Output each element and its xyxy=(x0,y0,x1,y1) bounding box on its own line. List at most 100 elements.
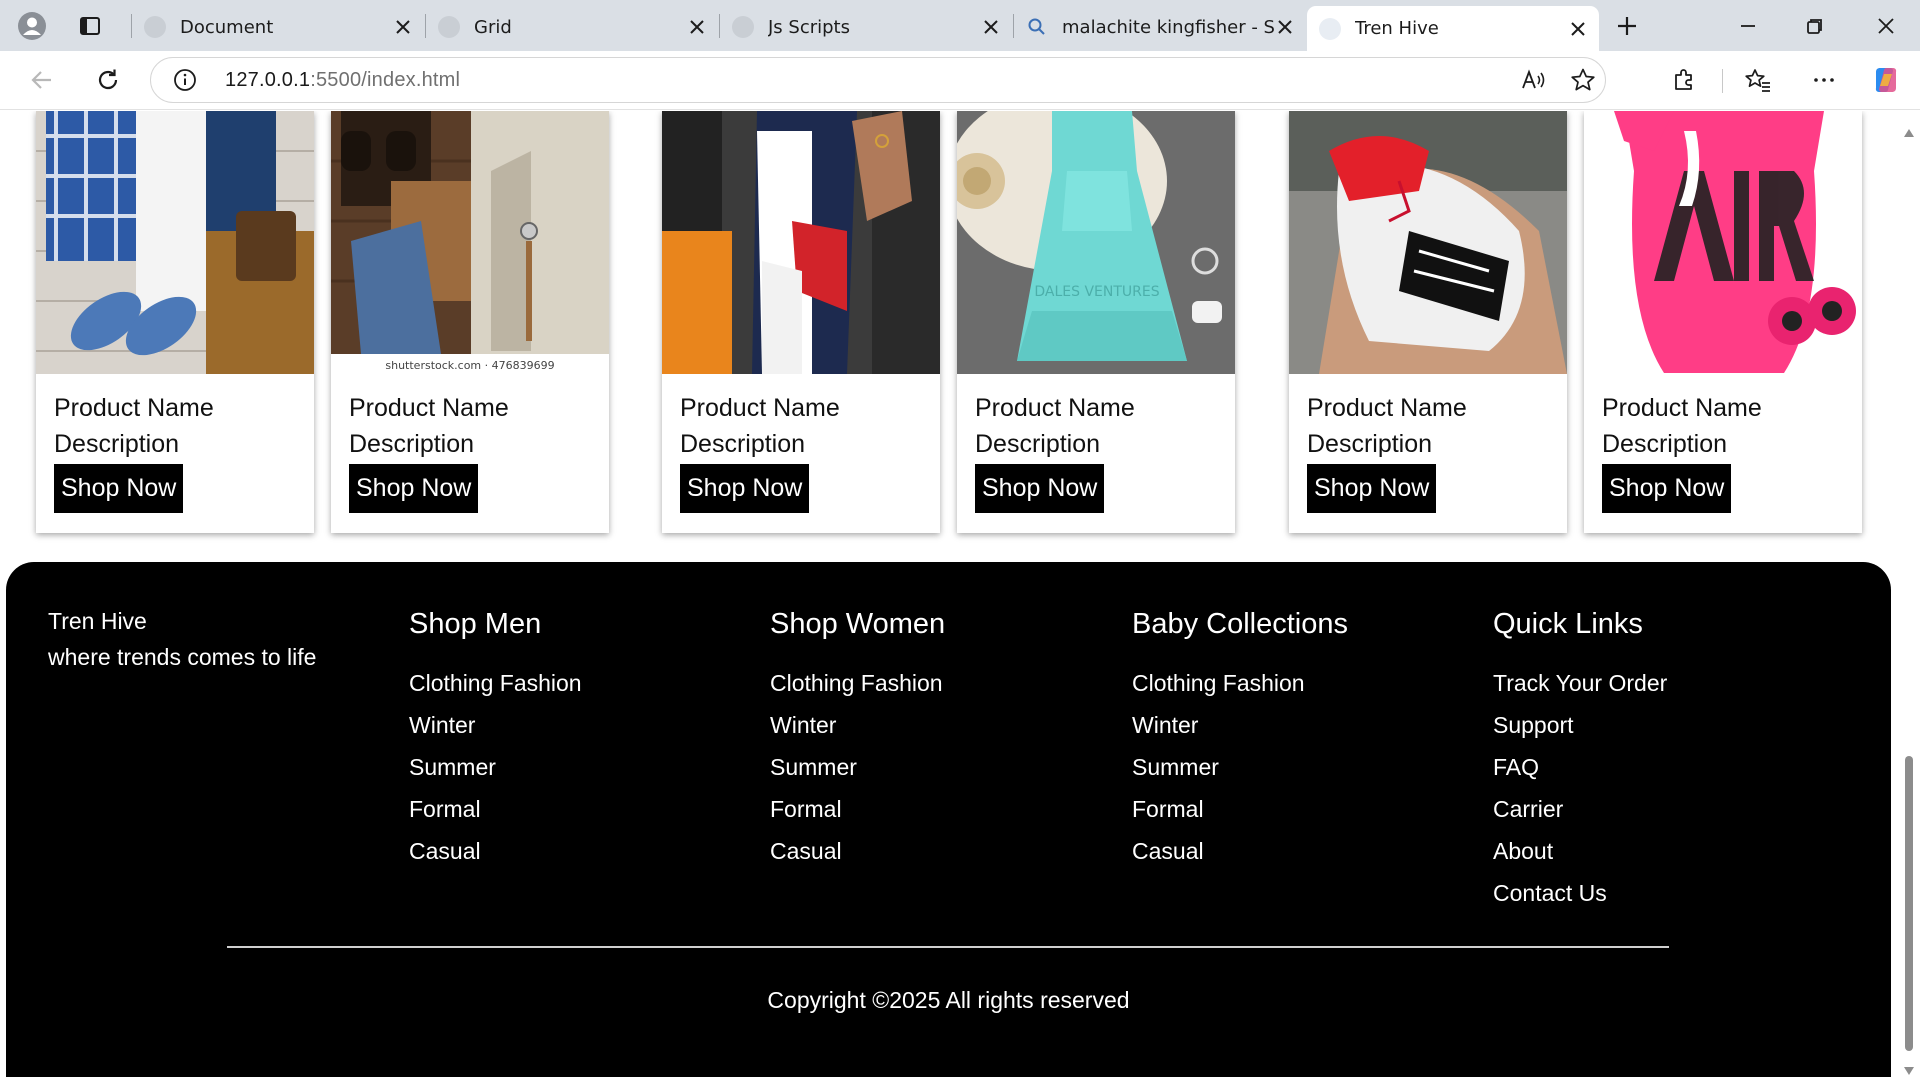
footer-divider xyxy=(227,946,1669,948)
footer-link[interactable]: Carrier xyxy=(1493,795,1667,837)
product-image[interactable] xyxy=(36,111,314,374)
tab-search[interactable]: malachite kingfisher - Sea xyxy=(1014,7,1306,47)
minimize-icon[interactable] xyxy=(1730,8,1766,44)
footer-link[interactable]: Casual xyxy=(770,837,945,879)
product-name: Product Name xyxy=(975,394,1135,422)
tab-title: Document xyxy=(180,16,274,38)
tab-title: malachite kingfisher - Sea xyxy=(1062,16,1274,38)
reload-icon[interactable] xyxy=(88,60,128,100)
footer-link[interactable]: Winter xyxy=(1132,711,1348,753)
product-description: Description xyxy=(1602,430,1728,458)
tab-actions-icon[interactable] xyxy=(72,8,108,44)
product-name: Product Name xyxy=(1307,394,1467,422)
footer-link[interactable]: Support xyxy=(1493,711,1667,753)
footer-column-shop-men: Shop Men Clothing Fashion Winter Summer … xyxy=(409,608,582,879)
footer-link[interactable]: Summer xyxy=(1132,753,1348,795)
close-icon[interactable] xyxy=(1274,16,1296,38)
footer-link[interactable]: Track Your Order xyxy=(1493,669,1667,711)
scroll-down-arrow-icon[interactable] xyxy=(1903,1061,1915,1080)
shop-now-button[interactable]: Shop Now xyxy=(680,464,810,513)
close-icon[interactable] xyxy=(1567,18,1589,40)
footer-link[interactable]: FAQ xyxy=(1493,753,1667,795)
footer-column-title: Quick Links xyxy=(1493,608,1643,640)
product-description: Description xyxy=(680,430,806,458)
footer-link[interactable]: Formal xyxy=(770,795,945,837)
footer-column-baby-collections: Baby Collections Clothing Fashion Winter… xyxy=(1132,608,1348,879)
url-text[interactable]: 127.0.0.1:5500/index.html xyxy=(225,69,460,92)
tab-js-scripts[interactable]: Js Scripts xyxy=(720,7,1012,47)
favorites-icon[interactable] xyxy=(1738,60,1778,100)
product-card: Product Name Description Shop Now xyxy=(1289,111,1567,533)
tab-grid[interactable]: Grid xyxy=(426,7,718,47)
product-image[interactable] xyxy=(1584,111,1862,374)
footer-column-quick-links: Quick Links Track Your Order Support FAQ… xyxy=(1493,608,1667,921)
tab-title: Js Scripts xyxy=(768,16,850,38)
footer-column-shop-women: Shop Women Clothing Fashion Winter Summe… xyxy=(770,608,945,879)
product-image[interactable] xyxy=(1289,111,1567,374)
footer-link[interactable]: Clothing Fashion xyxy=(409,669,582,711)
footer-link[interactable]: Formal xyxy=(1132,795,1348,837)
product-card: Product Name Description Shop Now xyxy=(662,111,940,533)
restore-icon[interactable] xyxy=(1797,8,1833,44)
close-icon[interactable] xyxy=(980,16,1002,38)
footer-column-title: Shop Women xyxy=(770,608,946,640)
close-window-icon[interactable] xyxy=(1868,8,1904,44)
footer-link[interactable]: Casual xyxy=(1132,837,1348,879)
site-footer: Tren Hive where trends comes to life Sho… xyxy=(6,562,1891,1077)
url-host: 127.0.0.1 xyxy=(225,69,311,91)
product-card: Product Name Description Shop Now xyxy=(1584,111,1862,533)
close-icon[interactable] xyxy=(392,16,414,38)
footer-link[interactable]: Summer xyxy=(770,753,945,795)
browser-tab-bar: Document Grid Js Scripts malachite kingf… xyxy=(0,0,1920,51)
tab-document[interactable]: Document xyxy=(132,7,424,47)
extensions-icon[interactable] xyxy=(1664,60,1704,100)
shop-now-button[interactable]: Shop Now xyxy=(1307,464,1437,513)
address-bar[interactable]: 127.0.0.1:5500/index.html xyxy=(150,57,1606,103)
read-aloud-icon[interactable] xyxy=(1513,60,1553,100)
product-image[interactable] xyxy=(662,111,940,374)
footer-link[interactable]: Casual xyxy=(409,837,582,879)
page-scrollbar[interactable] xyxy=(1898,111,1920,1080)
footer-link[interactable]: About xyxy=(1493,837,1667,879)
scroll-up-arrow-icon[interactable] xyxy=(1903,123,1915,142)
shop-now-button[interactable]: Shop Now xyxy=(54,464,184,513)
scrollbar-thumb[interactable] xyxy=(1905,756,1913,1051)
shop-now-button[interactable]: Shop Now xyxy=(349,464,479,513)
footer-link[interactable]: Winter xyxy=(770,711,945,753)
shop-now-button[interactable]: Shop Now xyxy=(975,464,1105,513)
product-card: shutterstock.com · 476839699 Product Nam… xyxy=(331,111,609,533)
tab-title: Grid xyxy=(474,16,512,38)
copyright-text: Copyright ©2025 All rights reserved xyxy=(767,987,1130,1013)
footer-link[interactable]: Contact Us xyxy=(1493,879,1667,921)
page-favicon-icon xyxy=(1319,17,1341,40)
footer-link[interactable]: Formal xyxy=(409,795,582,837)
product-image[interactable]: shutterstock.com · 476839699 xyxy=(331,111,609,374)
more-options-icon[interactable] xyxy=(1804,60,1844,100)
footer-column-title: Shop Men xyxy=(409,608,542,640)
product-description: Description xyxy=(975,430,1101,458)
shop-now-button[interactable]: Shop Now xyxy=(1602,464,1732,513)
watermark-text: shutterstock.com · 476839699 xyxy=(385,359,554,372)
page-viewport: Product Name Description Shop Now shutte… xyxy=(0,111,1920,1080)
profile-icon[interactable] xyxy=(14,8,50,44)
close-icon[interactable] xyxy=(686,16,708,38)
footer-tagline: where trends comes to life xyxy=(48,644,317,670)
product-image[interactable]: DALES VENTURES xyxy=(957,111,1235,374)
product-description: Description xyxy=(54,430,180,458)
footer-link[interactable]: Winter xyxy=(409,711,582,753)
favorite-star-icon[interactable] xyxy=(1563,60,1603,100)
product-name: Product Name xyxy=(54,394,214,422)
footer-link[interactable]: Summer xyxy=(409,753,582,795)
footer-link[interactable]: Clothing Fashion xyxy=(770,669,945,711)
product-card: DALES VENTURES Product Name Description … xyxy=(957,111,1235,533)
back-icon[interactable] xyxy=(22,60,62,100)
new-tab-icon[interactable] xyxy=(1609,8,1645,44)
browser-toolbar: 127.0.0.1:5500/index.html xyxy=(0,51,1920,110)
site-info-icon[interactable] xyxy=(165,60,205,100)
footer-link[interactable]: Clothing Fashion xyxy=(1132,669,1348,711)
page-favicon-icon xyxy=(144,16,166,38)
copilot-icon[interactable] xyxy=(1866,60,1906,100)
toolbar-divider xyxy=(1722,69,1723,93)
product-name: Product Name xyxy=(349,394,509,422)
tab-tren-hive[interactable]: Tren Hive xyxy=(1307,6,1599,51)
